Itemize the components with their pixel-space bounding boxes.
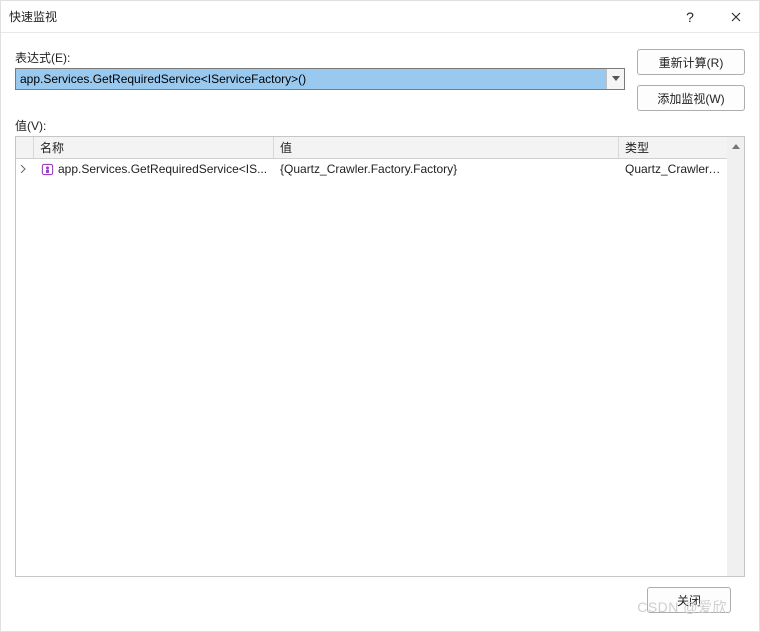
side-buttons: 重新计算(R) 添加监视(W) bbox=[637, 49, 745, 111]
cell-type[interactable]: Quartz_Crawler.Ser... bbox=[619, 162, 727, 176]
table-row[interactable]: app.Services.GetRequiredService<IS... {Q… bbox=[16, 159, 727, 179]
column-header-type[interactable]: 类型 bbox=[619, 137, 727, 158]
content-area: 表达式(E): 重新计算(R) 添加监视(W) 值(V): 名称 值 类型 bbox=[1, 33, 759, 631]
expression-row: 表达式(E): 重新计算(R) 添加监视(W) bbox=[15, 49, 745, 111]
cell-value[interactable]: {Quartz_Crawler.Factory.Factory} bbox=[274, 162, 619, 176]
row-expander[interactable] bbox=[16, 164, 34, 174]
expression-dropdown-button[interactable] bbox=[606, 69, 624, 89]
close-window-button[interactable] bbox=[713, 1, 759, 32]
grid-body: app.Services.GetRequiredService<IS... {Q… bbox=[16, 159, 727, 576]
results-grid: 名称 值 类型 bbox=[15, 136, 745, 577]
grid-header-gutter bbox=[16, 137, 34, 158]
quickwatch-window: 快速监视 ? 表达式(E): 重新计算(R) 添加监视(W) bbox=[0, 0, 760, 632]
window-title: 快速监视 bbox=[9, 8, 667, 25]
close-icon bbox=[731, 12, 741, 22]
object-icon bbox=[40, 162, 54, 176]
cell-name[interactable]: app.Services.GetRequiredService<IS... bbox=[34, 162, 274, 176]
column-header-value[interactable]: 值 bbox=[274, 137, 619, 158]
expression-input[interactable] bbox=[16, 69, 606, 89]
expression-label: 表达式(E): bbox=[15, 49, 625, 66]
vertical-scrollbar[interactable] bbox=[727, 137, 744, 576]
scroll-up-button[interactable] bbox=[727, 137, 744, 154]
titlebar: 快速监视 ? bbox=[1, 1, 759, 33]
chevron-up-icon bbox=[732, 143, 740, 149]
close-button[interactable]: 关闭 bbox=[647, 587, 731, 613]
recalculate-button[interactable]: 重新计算(R) bbox=[637, 49, 745, 75]
grid-header: 名称 值 类型 bbox=[16, 137, 727, 159]
add-watch-button[interactable]: 添加监视(W) bbox=[637, 85, 745, 111]
value-label: 值(V): bbox=[15, 117, 745, 134]
help-button[interactable]: ? bbox=[667, 1, 713, 32]
cell-name-text: app.Services.GetRequiredService<IS... bbox=[58, 162, 267, 176]
titlebar-controls: ? bbox=[667, 1, 759, 32]
column-header-name[interactable]: 名称 bbox=[34, 137, 274, 158]
chevron-down-icon bbox=[612, 76, 620, 82]
expression-block: 表达式(E): bbox=[15, 49, 625, 90]
footer: 关闭 CSDN @爱欣 bbox=[15, 577, 745, 623]
expression-combobox[interactable] bbox=[15, 68, 625, 90]
chevron-right-icon bbox=[18, 164, 28, 174]
